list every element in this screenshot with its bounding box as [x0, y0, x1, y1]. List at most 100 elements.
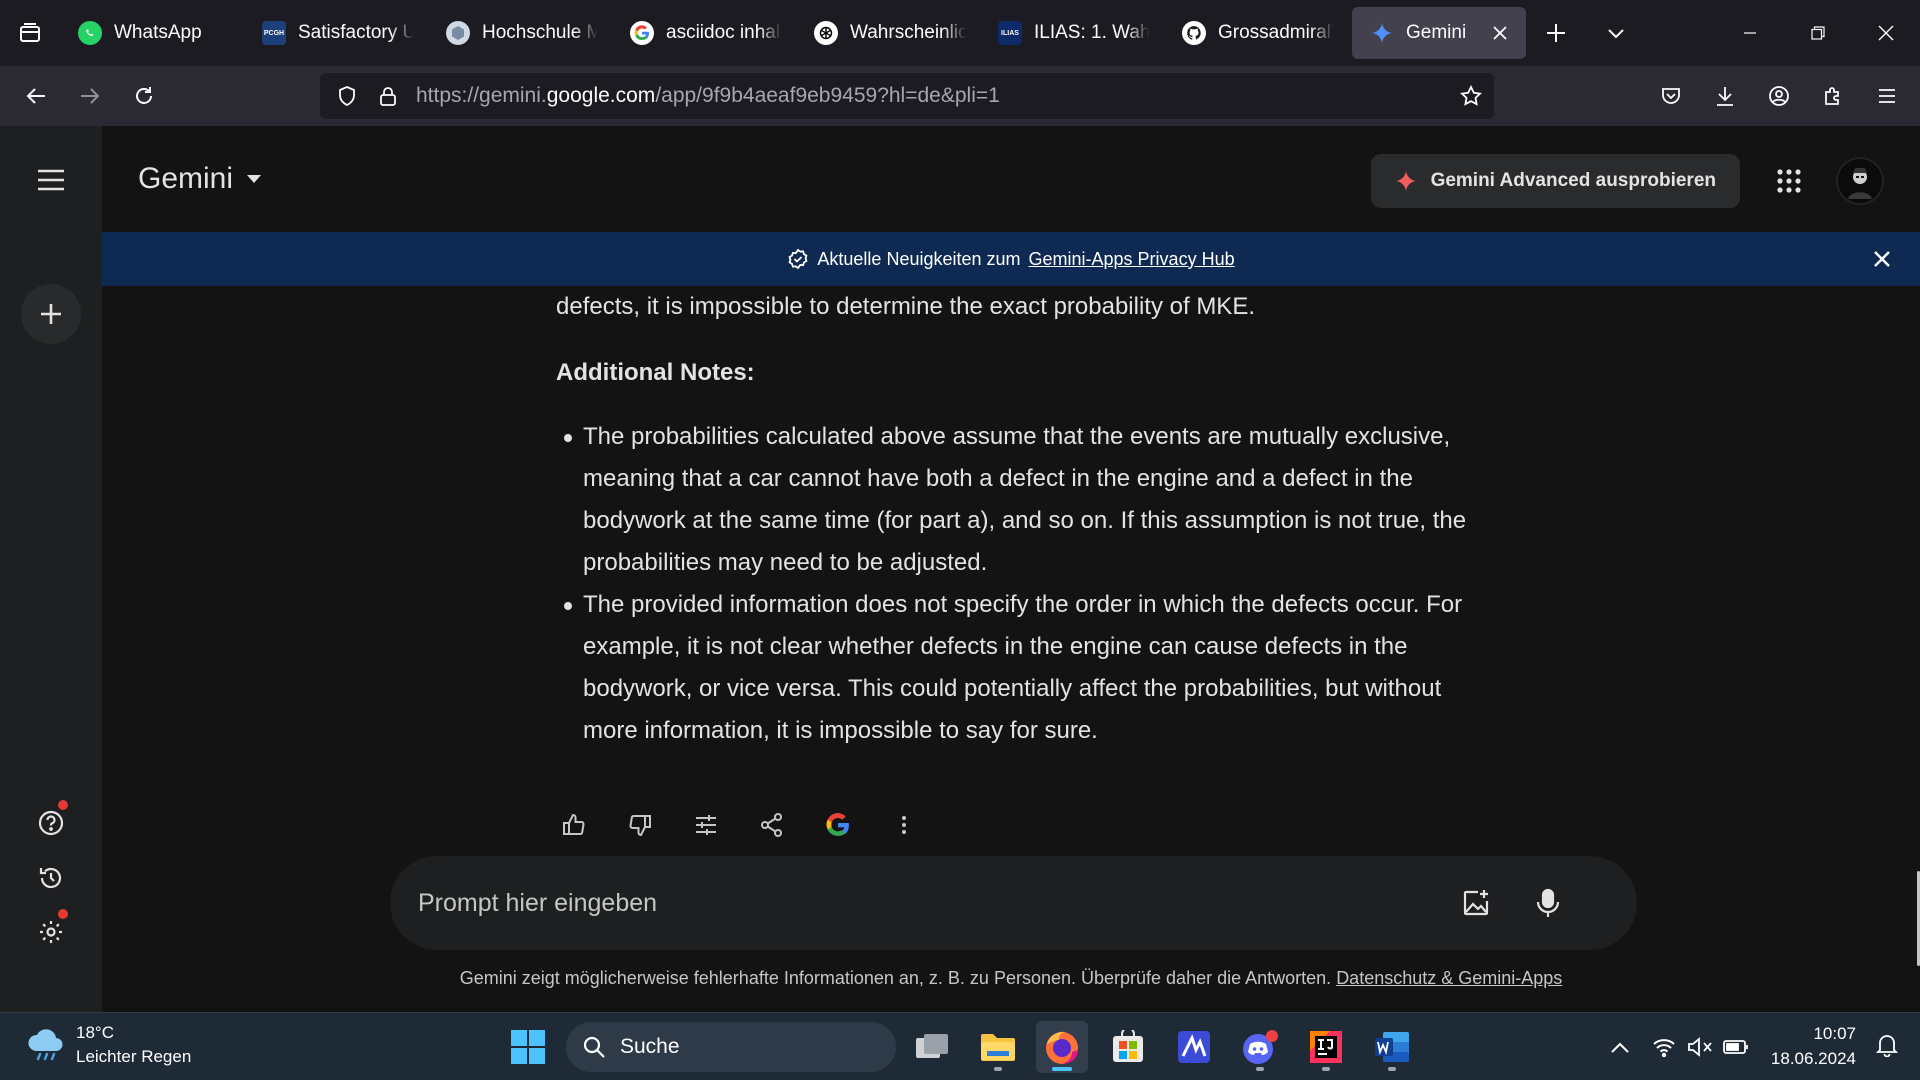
- forward-button[interactable]: [63, 69, 117, 123]
- banner-close-button[interactable]: [1866, 243, 1898, 275]
- shield-icon[interactable]: [336, 85, 358, 107]
- tab-hochschule[interactable]: Hochschule Me: [428, 7, 612, 59]
- gear-icon: [40, 921, 62, 943]
- help-button[interactable]: [21, 793, 81, 853]
- back-button[interactable]: [9, 69, 63, 123]
- main-menu-button[interactable]: [21, 150, 81, 210]
- prompt-input[interactable]: [418, 888, 1318, 918]
- tab-github[interactable]: GrossadmiralTh: [1164, 7, 1348, 59]
- minimize-button[interactable]: [1716, 0, 1784, 66]
- extensions-button[interactable]: [1806, 69, 1860, 123]
- history-icon: [39, 867, 62, 889]
- notifications-button[interactable]: [1875, 1033, 1899, 1062]
- file-explorer-button[interactable]: [972, 1021, 1024, 1073]
- tab-title: Satisfactory Up: [298, 22, 414, 43]
- chevron-down-icon: [1608, 29, 1624, 39]
- tab-satisfactory[interactable]: PCGH Satisfactory Up: [244, 7, 428, 59]
- sidebar: [0, 126, 102, 1012]
- upload-image-button[interactable]: [1452, 879, 1500, 927]
- activity-button[interactable]: [21, 848, 81, 908]
- window-controls: [1716, 0, 1920, 66]
- microphone-icon: [1536, 888, 1560, 917]
- privacy-hub-link[interactable]: Gemini-Apps Privacy Hub: [1029, 249, 1235, 270]
- new-chat-button[interactable]: [21, 284, 81, 344]
- new-tab-button[interactable]: [1526, 0, 1586, 66]
- firefox-icon: [1046, 1031, 1078, 1064]
- clock[interactable]: 10:07 18.06.2024: [1771, 1021, 1856, 1071]
- task-view-icon: [916, 1034, 948, 1058]
- reload-button[interactable]: [117, 69, 171, 123]
- pocket-button[interactable]: [1644, 69, 1698, 123]
- plus-icon: [41, 304, 61, 324]
- github-icon: [1182, 21, 1206, 45]
- start-button[interactable]: [506, 1025, 550, 1069]
- help-icon: [38, 810, 64, 836]
- account-icon: [1769, 86, 1789, 106]
- taskbar-search[interactable]: Suche: [566, 1022, 896, 1072]
- wifi-button[interactable]: [1648, 1029, 1680, 1065]
- tab-title: GrossadmiralTh: [1218, 22, 1334, 43]
- tab-overview-button[interactable]: [0, 0, 60, 66]
- notification-dot: [58, 800, 68, 810]
- puzzle-icon: [1825, 87, 1839, 105]
- model-selector[interactable]: Gemini: [138, 162, 262, 196]
- tab-gemini[interactable]: Gemini: [1352, 7, 1526, 59]
- google-apps-button[interactable]: [1768, 160, 1810, 202]
- good-response-button[interactable]: [556, 807, 592, 843]
- response-content: defects, it is impossible to determine t…: [556, 286, 1486, 752]
- tab-asciidoc[interactable]: asciidoc inhalts: [612, 7, 796, 59]
- intellij-button[interactable]: [1300, 1021, 1352, 1073]
- microsoft-store-button[interactable]: [1102, 1021, 1154, 1073]
- account-button[interactable]: [1752, 69, 1806, 123]
- tab-close-button[interactable]: [1488, 21, 1512, 45]
- battery-button[interactable]: [1720, 1029, 1752, 1065]
- verified-badge-icon: [788, 248, 808, 270]
- close-icon: [1874, 251, 1890, 267]
- lock-icon[interactable]: [378, 85, 398, 107]
- url-text[interactable]: https://gemini.google.com/app/9f9b4aeaf9…: [416, 84, 1000, 108]
- chevron-up-icon: [1611, 1042, 1629, 1053]
- windows-icon: [511, 1030, 545, 1064]
- bad-response-button[interactable]: [622, 807, 658, 843]
- more-options-button[interactable]: [886, 807, 922, 843]
- taskbar-indicator: [1322, 1067, 1330, 1071]
- tab-ilias[interactable]: ILIAS ILIAS: 1. Wahrsc: [980, 7, 1164, 59]
- store-icon: [1113, 1030, 1143, 1062]
- wifi-icon: [1653, 1039, 1675, 1057]
- bell-icon: [1875, 1035, 1899, 1058]
- tab-list: WhatsApp PCGH Satisfactory Up Hochschule…: [60, 0, 1526, 66]
- word-button[interactable]: [1366, 1021, 1418, 1073]
- bookmark-button[interactable]: [1448, 73, 1494, 119]
- double-check-button[interactable]: [820, 807, 856, 843]
- app-title: Gemini: [138, 162, 234, 195]
- settings-button[interactable]: [21, 902, 81, 962]
- close-icon: [1493, 26, 1507, 40]
- battery-icon: [1723, 1040, 1748, 1054]
- discord-button[interactable]: [1234, 1021, 1286, 1073]
- address-bar[interactable]: https://gemini.google.com/app/9f9b4aeaf9…: [320, 73, 1494, 119]
- modify-response-button[interactable]: [688, 807, 724, 843]
- math-app-button[interactable]: [1168, 1021, 1220, 1073]
- downloads-button[interactable]: [1698, 69, 1752, 123]
- tab-whatsapp[interactable]: WhatsApp: [60, 7, 244, 59]
- list-all-tabs-button[interactable]: [1586, 0, 1646, 66]
- volume-button[interactable]: [1684, 1029, 1716, 1065]
- show-hidden-icons-button[interactable]: [1604, 1029, 1636, 1065]
- restore-button[interactable]: [1784, 0, 1852, 66]
- share-button[interactable]: [754, 807, 790, 843]
- download-icon: [1717, 87, 1733, 106]
- gemini-advanced-button[interactable]: Gemini Advanced ausprobieren: [1370, 154, 1740, 208]
- sparkle-icon: [1395, 171, 1416, 191]
- close-window-button[interactable]: [1852, 0, 1920, 66]
- tab-title: ILIAS: 1. Wahrsc: [1034, 22, 1150, 43]
- app-menu-button[interactable]: [1860, 69, 1914, 123]
- avatar[interactable]: [1836, 157, 1884, 205]
- task-view-button[interactable]: [906, 1021, 958, 1073]
- weather-widget[interactable]: 18°C Leichter Regen: [26, 1021, 191, 1069]
- privacy-link[interactable]: Datenschutz & Gemini-Apps: [1336, 968, 1562, 988]
- firefox-button[interactable]: [1036, 1021, 1088, 1073]
- tab-wahrscheinlich[interactable]: Wahrscheinlich: [796, 7, 980, 59]
- discord-icon: [1243, 1030, 1278, 1064]
- gemini-app: Gemini Gemini Advanced ausprobieren Aktu…: [0, 126, 1920, 1012]
- microphone-button[interactable]: [1524, 879, 1572, 927]
